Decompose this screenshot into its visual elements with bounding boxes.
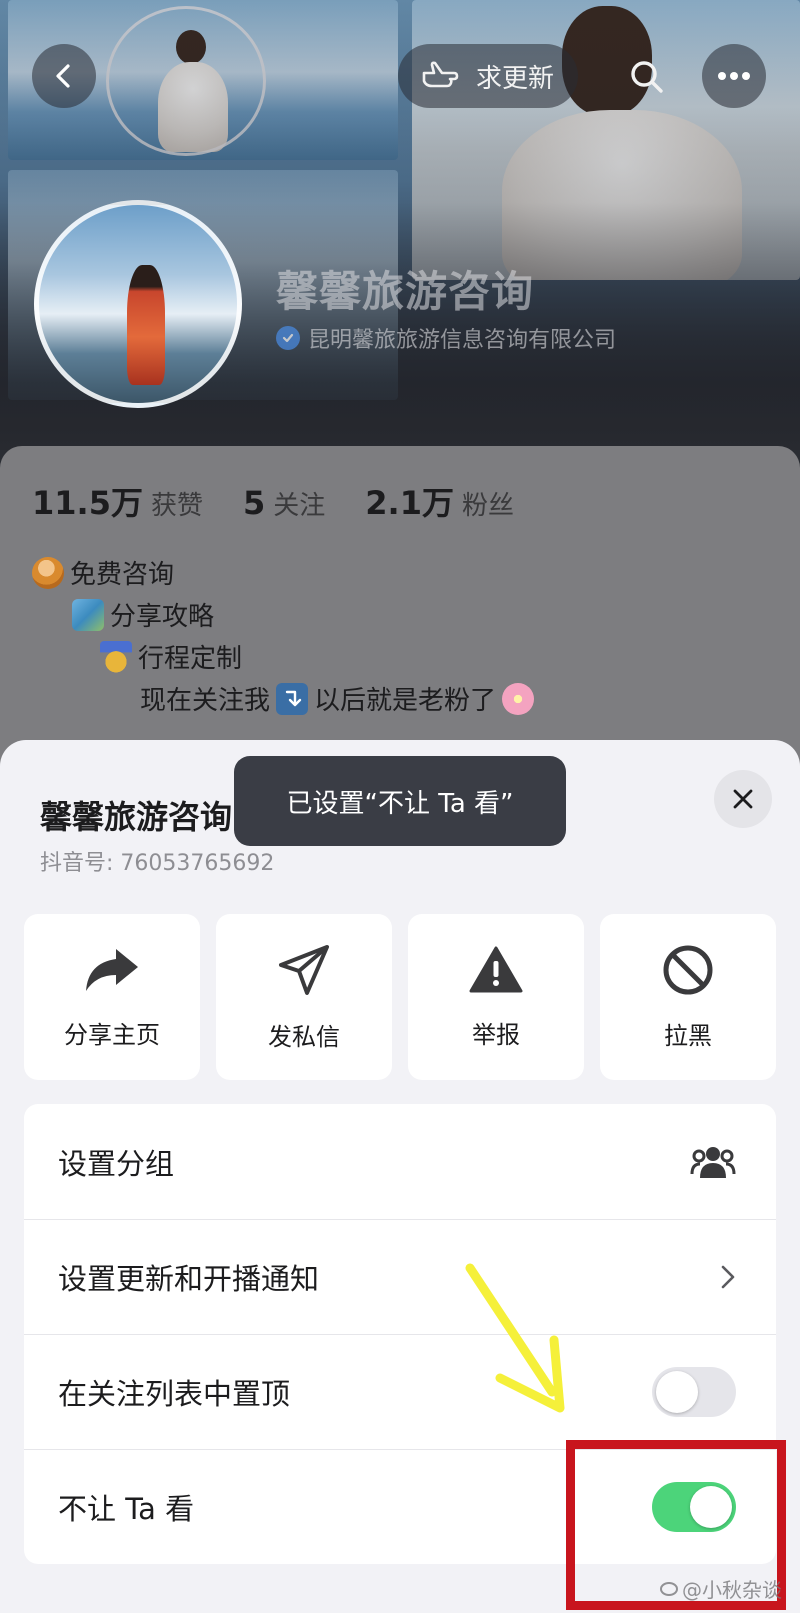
stat-followers[interactable]: 2.1万 粉丝 bbox=[365, 478, 514, 524]
paper-plane-icon bbox=[279, 944, 329, 995]
bio-line-3: 行程定制 bbox=[100, 638, 242, 675]
stat-following[interactable]: 5 关注 bbox=[243, 484, 325, 522]
profile-stats: 11.5万 获赞 5 关注 2.1万 粉丝 bbox=[32, 478, 514, 524]
back-button[interactable] bbox=[32, 44, 96, 108]
douyin-id: 抖音号: 76053765692 bbox=[40, 851, 275, 876]
stat-likes[interactable]: 11.5万 获赞 bbox=[32, 478, 203, 524]
warning-icon bbox=[469, 946, 523, 992]
search-icon bbox=[631, 61, 663, 93]
sheet-title: 馨馨旅游咨询 bbox=[40, 798, 233, 836]
share-profile-button[interactable]: 分享主页 bbox=[24, 914, 200, 1080]
close-icon bbox=[733, 789, 753, 809]
watermark: @小秋杂谈 bbox=[660, 1574, 782, 1603]
block-button[interactable]: 拉黑 bbox=[600, 914, 776, 1080]
bio-line-2: 分享攻略 bbox=[72, 596, 214, 633]
set-group-row[interactable]: 设置分组 bbox=[24, 1104, 776, 1219]
weibo-icon bbox=[660, 1581, 678, 1596]
close-button[interactable] bbox=[714, 770, 772, 828]
profile-name: 馨馨旅游咨询 bbox=[276, 267, 535, 316]
profile-screen: { "header": { "request_update_label": "求… bbox=[0, 0, 800, 1613]
search-button[interactable] bbox=[622, 52, 672, 102]
request-update-label: 求更新 bbox=[476, 63, 555, 94]
woman-tipping-hand-icon bbox=[32, 556, 64, 589]
report-button[interactable]: 举报 bbox=[408, 914, 584, 1080]
action-grid: 分享主页 发私信 举报 拉黑 bbox=[24, 914, 776, 1080]
toast-message: 已设置“不让 Ta 看” bbox=[234, 756, 566, 846]
verified-check-icon bbox=[276, 326, 300, 350]
chevron-left-icon bbox=[56, 64, 70, 88]
verified-company: 昆明馨旅旅游信息咨询有限公司 bbox=[276, 322, 616, 354]
avatar[interactable] bbox=[34, 200, 242, 408]
down-arrow-icon bbox=[276, 682, 309, 715]
verified-company-label: 昆明馨旅旅游信息咨询有限公司 bbox=[308, 328, 617, 353]
more-button[interactable] bbox=[702, 44, 766, 108]
bio-line-4: 现在关注我 以后就是老粉了 bbox=[140, 680, 535, 717]
share-arrow-icon bbox=[86, 948, 138, 991]
pointing-hand-icon bbox=[422, 61, 459, 88]
chevron-right-icon bbox=[721, 1265, 735, 1289]
annotation-arrow bbox=[465, 1263, 565, 1413]
pin-to-top-toggle[interactable] bbox=[652, 1367, 736, 1417]
pin-to-top-row[interactable]: 在关注列表中置顶 bbox=[24, 1334, 776, 1449]
more-dots-icon bbox=[718, 72, 750, 80]
request-update-button[interactable]: 求更新 bbox=[398, 44, 578, 108]
group-icon bbox=[690, 1146, 736, 1178]
send-message-button[interactable]: 发私信 bbox=[216, 914, 392, 1080]
map-icon bbox=[72, 598, 104, 631]
medal-icon bbox=[100, 640, 132, 673]
update-notification-row[interactable]: 设置更新和开播通知 bbox=[24, 1219, 776, 1334]
block-icon bbox=[663, 945, 713, 994]
bio-line-1: 免费咨询 bbox=[32, 554, 174, 591]
cherry-blossom-icon bbox=[502, 682, 535, 715]
